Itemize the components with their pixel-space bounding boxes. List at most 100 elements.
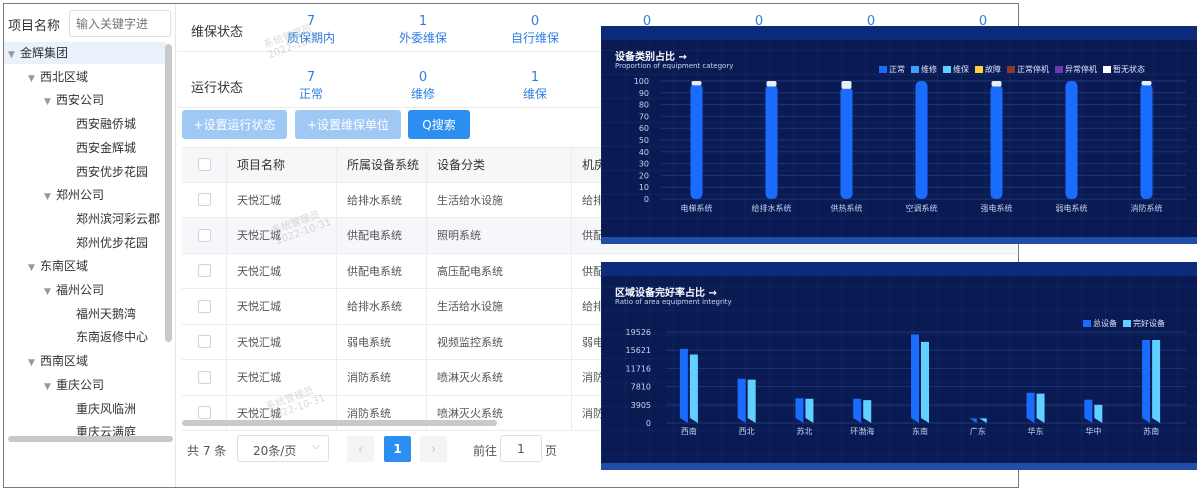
bar-no-status[interactable] (1141, 81, 1152, 86)
goto-unit-label: 页 (545, 444, 558, 458)
bar-intact[interactable] (1036, 393, 1045, 423)
bar-normal[interactable] (690, 83, 703, 199)
tree-node[interactable]: 西安优步花园 (4, 161, 166, 183)
caret-down-icon[interactable]: ▼ (28, 68, 40, 90)
x-tick-label: 给排水系统 (752, 203, 792, 213)
tree-node-label: 重庆公司 (56, 377, 105, 392)
tree-node[interactable]: ▼ 东南区域 (4, 255, 166, 277)
tree-node[interactable]: ▼ 福州公司 (4, 279, 166, 301)
table-horizontal-scrollbar[interactable] (182, 420, 497, 426)
row-checkbox[interactable] (198, 406, 211, 420)
tree-node-label: 郑州滨河彩云郡 (76, 211, 161, 226)
bar-total[interactable] (853, 398, 862, 423)
tree-node[interactable]: ▼ 西南区域 (4, 350, 166, 372)
tree-vertical-scrollbar[interactable] (165, 44, 172, 342)
tree-node[interactable]: 西安融侨城 (4, 113, 166, 135)
checkbox-cell (182, 324, 227, 359)
bar-total[interactable] (911, 334, 919, 423)
bar-no-status[interactable] (991, 81, 1002, 87)
tree-node[interactable]: ▼ 西北区域 (4, 66, 166, 88)
bar-normal[interactable] (840, 86, 853, 199)
status-stat[interactable]: 1 外委维保 (373, 14, 473, 46)
bar-intact[interactable] (1152, 340, 1161, 423)
caret-down-icon[interactable]: ▼ (28, 257, 40, 279)
status-stat[interactable]: 0 维修 (373, 70, 473, 102)
tree-node[interactable]: ▼ 西安公司 (4, 89, 166, 111)
tree-node[interactable]: 西安金辉城 (4, 137, 166, 159)
x-tick-label: 华东 (1028, 426, 1044, 436)
set-maintenance-unit-button[interactable]: +设置维保单位 (295, 110, 401, 139)
bar-total[interactable] (1142, 340, 1151, 423)
tree-node[interactable]: ▼ 郑州公司 (4, 184, 166, 206)
tree-node[interactable]: 郑州滨河彩云郡 (4, 208, 166, 230)
bar-normal[interactable] (915, 81, 928, 199)
bar-normal[interactable] (1140, 83, 1153, 199)
tree-node[interactable]: 郑州优步花园 (4, 232, 166, 254)
y-tick-label: 11716 (626, 364, 651, 373)
bar-intact[interactable] (978, 418, 987, 423)
area-integrity-panel: 区域设备完好率占比 → Ratio of area equipment inte… (601, 262, 1197, 470)
page-number-button[interactable]: 1 (384, 436, 411, 462)
row-checkbox[interactable] (198, 370, 211, 384)
y-tick-label: 3905 (631, 401, 651, 410)
stat-count: 0 (530, 14, 540, 29)
bar-total[interactable] (737, 378, 746, 423)
tree-node[interactable]: ▼ 重庆公司 (4, 374, 166, 396)
bar-normal[interactable] (990, 84, 1003, 199)
row-checkbox[interactable] (198, 335, 211, 349)
bar-total[interactable] (795, 398, 804, 423)
tree-node[interactable]: 重庆风临洲 (4, 398, 166, 420)
tree-node[interactable]: 东南返修中心 (4, 326, 166, 348)
caret-down-icon[interactable]: ▼ (44, 281, 56, 303)
bar-no-status[interactable] (841, 81, 852, 89)
bar-total[interactable] (1026, 392, 1035, 423)
tree-node[interactable]: 福州天鹅湾 (4, 303, 166, 325)
row-checkbox[interactable] (198, 228, 211, 242)
bar-normal[interactable] (1065, 81, 1078, 199)
tree-node[interactable]: ▼ 金辉集团 (4, 42, 166, 64)
x-tick-label: 环渤海 (850, 426, 874, 436)
bar-total[interactable] (1084, 399, 1093, 423)
bar-no-status[interactable] (766, 81, 777, 87)
bar-intact[interactable] (921, 341, 929, 423)
bar-intact[interactable] (1094, 404, 1103, 423)
page-size-select[interactable]: 20条/页 ⌵ (237, 435, 329, 462)
bar-total[interactable] (968, 418, 977, 423)
select-all-checkbox[interactable] (198, 158, 211, 172)
y-tick-label: 30 (639, 160, 649, 169)
next-page-button[interactable]: › (420, 436, 447, 462)
set-running-status-button[interactable]: +设置运行状态 (182, 110, 287, 139)
tree-node-label: 东南区域 (40, 259, 89, 274)
tree-search-input[interactable] (69, 10, 171, 37)
table-cell: 生活给水设施 (427, 289, 572, 324)
search-button[interactable]: Q搜索 (408, 110, 470, 139)
caret-down-icon[interactable]: ▼ (8, 44, 20, 66)
row-checkbox[interactable] (198, 299, 211, 313)
status-stat[interactable]: 0 自行维保 (485, 14, 585, 46)
caret-down-icon[interactable]: ▼ (44, 376, 56, 398)
bar-intact[interactable] (805, 398, 814, 423)
caret-down-icon[interactable]: ▼ (44, 91, 56, 113)
goto-page-input[interactable]: 1 (500, 435, 542, 462)
caret-down-icon[interactable]: ▼ (28, 352, 40, 374)
bar-intact[interactable] (863, 400, 872, 423)
tree-node-label: 东南返修中心 (76, 330, 149, 345)
row-checkbox[interactable] (198, 264, 211, 278)
table-cell: 高压配电系统 (427, 253, 572, 288)
bar-intact[interactable] (747, 379, 756, 423)
tree-horizontal-scrollbar[interactable] (8, 436, 173, 442)
status-stat[interactable]: 7 正常 (261, 70, 361, 102)
column-header: 项目名称 (227, 148, 337, 182)
row-checkbox[interactable] (198, 193, 211, 207)
tree-node[interactable]: 重庆云满庭 (4, 421, 166, 437)
status-stat[interactable]: 1 维保 (485, 70, 585, 102)
bar-total[interactable] (679, 348, 688, 423)
bar-normal[interactable] (765, 84, 778, 199)
bar-no-status[interactable] (691, 81, 702, 86)
prev-page-button[interactable]: ‹ (347, 436, 374, 462)
caret-down-icon[interactable]: ▼ (44, 186, 56, 208)
bar-intact[interactable] (689, 354, 698, 423)
table-cell: 视频监控系统 (427, 324, 572, 359)
table-cell: 生活给水设施 (427, 182, 572, 217)
chart1-svg: 0 10 20 30 40 50 60 70 80 90 100 电梯系统 给排水系统 供热系统 空调系统 强… (634, 77, 1186, 213)
